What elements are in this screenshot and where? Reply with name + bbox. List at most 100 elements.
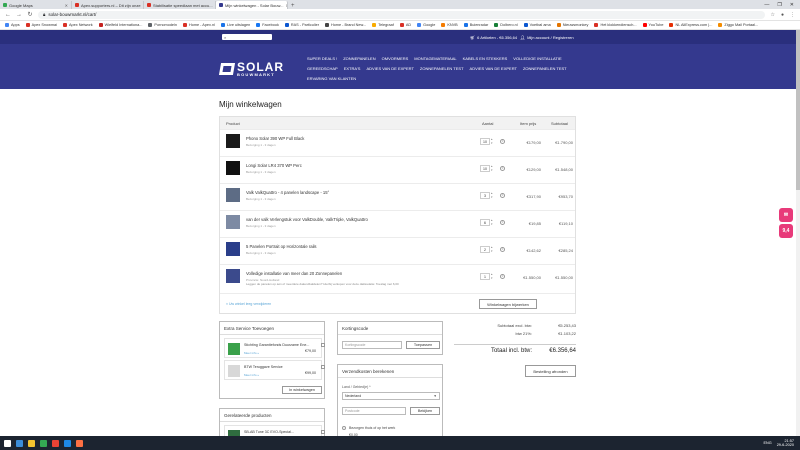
main-nav-item[interactable]: SUPER DEALS !: [307, 56, 337, 61]
browser-tab[interactable]: Google Maps ✕: [0, 1, 72, 9]
main-nav-item[interactable]: VOLLEDIGE INSTALLATIE: [513, 56, 561, 61]
main-nav-item[interactable]: EXTRA'S: [344, 66, 361, 71]
quantity-input[interactable]: 1: [480, 273, 490, 280]
menu-icon[interactable]: ⋮: [790, 12, 795, 18]
quantity-stepper[interactable]: ▴ ▾: [491, 137, 493, 145]
bookmark-item[interactable]: Voetbal ama: [523, 23, 551, 27]
service-more-info-link[interactable]: Meer info »: [244, 351, 259, 355]
browser-tab[interactable]: Mijn winkelwagen - Solar Bouw...✕: [216, 1, 288, 9]
bookmark-item[interactable]: Home - Brand New...: [324, 23, 366, 27]
start-icon[interactable]: [4, 439, 11, 447]
bookmark-item[interactable]: Apex Snowmai: [25, 23, 57, 27]
apply-coupon-button[interactable]: Toepassen: [406, 341, 440, 349]
bookmark-item[interactable]: NL AliExpress.com |...: [669, 23, 712, 27]
product-thumbnail[interactable]: [226, 215, 240, 229]
quantity-stepper[interactable]: ▴ ▾: [491, 164, 493, 172]
bookmark-item[interactable]: Ziggo Mail Portaal...: [718, 23, 758, 27]
main-nav-item[interactable]: ADVIES VAN DE EXPERT: [470, 66, 517, 71]
bookmark-item[interactable]: YouTube: [642, 23, 663, 27]
related-product-checkbox[interactable]: [321, 430, 325, 434]
mail-icon[interactable]: [52, 439, 59, 447]
quantity-input[interactable]: 6: [480, 219, 490, 226]
service-checkbox[interactable]: [321, 365, 325, 369]
main-nav-item[interactable]: ADVIES VAN DE EXPERT: [366, 66, 413, 71]
bookmark-item[interactable]: Het klokkendiensch...: [594, 23, 637, 27]
bookmark-item[interactable]: AD: [399, 23, 411, 27]
product-name[interactable]: Phono Solar 390 WP Full Black: [246, 136, 304, 141]
shipping-option-radio[interactable]: [342, 426, 346, 430]
site-logo[interactable]: SOLAR BOUWMARKT: [218, 61, 284, 77]
quantity-input[interactable]: 10: [480, 138, 490, 145]
bookmark-item[interactable]: RAS - Particulier: [284, 23, 319, 27]
bookmark-item[interactable]: Telegraaf: [372, 23, 394, 27]
bookmark-item[interactable]: Buienradar: [463, 23, 488, 27]
quantity-input[interactable]: 3: [480, 192, 490, 199]
update-cart-button[interactable]: Winkelwagen bijwerken: [479, 299, 537, 309]
main-nav-item[interactable]: ZONNEPANELEN TEST: [420, 66, 464, 71]
main-nav-item[interactable]: MONTAGEMATERIAAL: [414, 56, 456, 61]
remove-item-icon[interactable]: ×: [500, 193, 505, 198]
calculate-shipping-button[interactable]: Bekijken: [410, 407, 440, 415]
remove-item-icon[interactable]: ×: [500, 139, 505, 144]
bookmark-item[interactable]: Facebook: [256, 23, 279, 27]
account-link[interactable]: 👤︎ Mijn account / Registreren: [520, 35, 574, 40]
page-scrollbar[interactable]: [796, 30, 800, 436]
product-name[interactable]: 5 Panelen Portrait op Horizontale rails: [246, 244, 317, 249]
clear-cart-link[interactable]: × Uw winkel leeg verwijderen: [226, 302, 271, 306]
quantity-stepper[interactable]: ▴ ▾: [491, 191, 493, 199]
bookmark-item[interactable]: Live uitslagen: [220, 23, 250, 27]
url-input[interactable]: 🔒︎ solar-bouwmarkt.nl/cart/: [38, 10, 766, 19]
bookmark-item[interactable]: Google: [417, 23, 435, 27]
app-icon[interactable]: [76, 439, 83, 447]
remove-item-icon[interactable]: ×: [500, 247, 505, 252]
postcode-input[interactable]: Postcode: [342, 407, 406, 415]
bookmark-item[interactable]: Home - Apex.nl: [183, 23, 215, 27]
add-services-button[interactable]: In winkelwagen: [282, 386, 322, 394]
quantity-stepper[interactable]: ▴ ▾: [491, 218, 493, 226]
bookmark-item[interactable]: Wielfeld Internationa...: [98, 23, 142, 27]
product-thumbnail[interactable]: [226, 242, 240, 256]
product-name[interactable]: Valk ValkQuattro - 4 panelen landscape -…: [246, 190, 329, 195]
close-tab-icon[interactable]: ✕: [65, 3, 68, 8]
remove-item-icon[interactable]: ×: [500, 166, 505, 171]
quantity-stepper[interactable]: ▴ ▾: [491, 245, 493, 253]
star-icon[interactable]: ☆: [770, 12, 774, 18]
bookmark-item[interactable]: Dolbero.nl: [494, 23, 518, 27]
service-more-info-link[interactable]: Meer info »: [244, 373, 259, 377]
close-window-button[interactable]: ✕: [790, 2, 794, 8]
search-icon[interactable]: [16, 439, 23, 447]
product-thumbnail[interactable]: [226, 161, 240, 175]
chrome-icon[interactable]: [40, 439, 47, 447]
minimize-button[interactable]: —: [764, 2, 769, 8]
checkout-button[interactable]: Bestelling afronden: [525, 365, 576, 377]
product-thumbnail[interactable]: [226, 188, 240, 202]
cart-summary-link[interactable]: 🛒︎ 6 Artikelen - €6.356,64: [470, 35, 517, 40]
quantity-input[interactable]: 2: [480, 246, 490, 253]
product-thumbnail[interactable]: [226, 134, 240, 148]
bookmark-item[interactable]: Apex Network: [62, 23, 93, 27]
site-search-input[interactable]: ⌕: [222, 34, 272, 40]
main-nav-item[interactable]: GEREEDSCHAP: [307, 66, 338, 71]
store-icon[interactable]: [64, 439, 71, 447]
clock[interactable]: 21:57 29-6-2020: [777, 439, 794, 448]
forward-icon[interactable]: →: [16, 12, 22, 18]
product-thumbnail[interactable]: [226, 269, 240, 283]
main-nav-item[interactable]: ERVARING VAN KLANTEN: [307, 76, 356, 81]
bookmark-item[interactable]: Pornomodeln: [148, 23, 177, 27]
back-icon[interactable]: ←: [5, 12, 11, 18]
bookmark-item[interactable]: KNVB: [441, 23, 458, 27]
remove-item-icon[interactable]: ×: [500, 220, 505, 225]
chat-badge-icon[interactable]: ✉: [779, 208, 793, 222]
reload-icon[interactable]: ↻: [27, 11, 33, 18]
main-nav-item[interactable]: ZONNEPANELEN TEST: [523, 66, 567, 71]
browser-tab[interactable]: Apex.supporters.nl – Dit zijn onze✕: [72, 1, 144, 9]
coupon-input[interactable]: Kortingscode: [342, 341, 402, 349]
product-name[interactable]: van der valk Verlengstuk voor ValkDouble…: [246, 217, 368, 222]
language-indicator[interactable]: ENG: [763, 441, 771, 445]
product-name[interactable]: Volledige installatie van meer dan 20 Zo…: [246, 271, 342, 276]
bookmark-item[interactable]: Apps: [5, 23, 20, 27]
browser-tab[interactable]: Stabilisatie speedlaan met accu...✕: [144, 1, 216, 9]
main-nav-item[interactable]: KABELS EN STEKKERS: [463, 56, 508, 61]
quantity-input[interactable]: 10: [480, 165, 490, 172]
service-checkbox[interactable]: [321, 343, 325, 347]
